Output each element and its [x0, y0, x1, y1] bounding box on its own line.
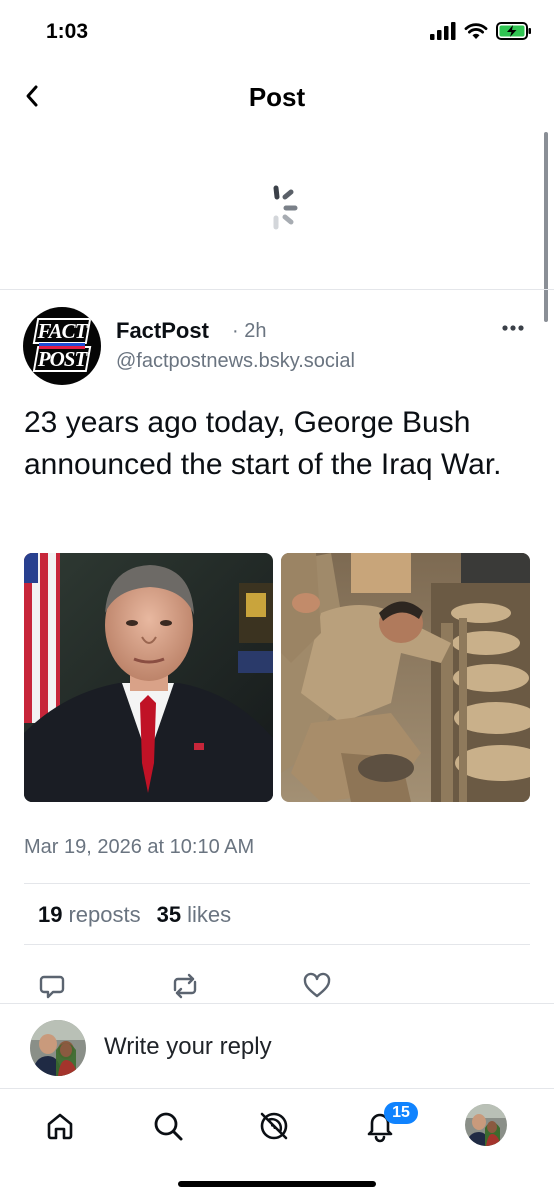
divider — [24, 883, 530, 884]
tab-home[interactable] — [40, 1106, 80, 1146]
status-time: 1:03 — [46, 20, 89, 43]
post-actions — [0, 970, 554, 1002]
search-icon — [154, 1112, 183, 1141]
post-time-ago: · 2h — [232, 320, 267, 342]
cellular-signal-icon — [430, 22, 456, 40]
status-icons — [430, 22, 532, 40]
author-handle[interactable]: @factpostnews.bsky.social — [116, 350, 355, 373]
likes-stat[interactable]: 35 likes — [157, 902, 232, 928]
author-avatar[interactable]: FACT POST — [23, 307, 101, 385]
notifications-badge: 15 — [384, 1102, 418, 1124]
battery-charging-icon — [496, 22, 531, 40]
reply-composer[interactable]: Write your reply — [0, 1003, 554, 1089]
tab-profile-avatar[interactable] — [465, 1104, 507, 1146]
divider — [0, 289, 554, 290]
divider — [24, 944, 530, 945]
reposts-stat[interactable]: 19 reposts — [38, 902, 141, 928]
repost-icon — [173, 973, 197, 999]
tab-search[interactable] — [148, 1106, 188, 1146]
comment-icon — [39, 975, 65, 999]
post-image-portrait[interactable] — [24, 553, 273, 802]
post-image-soldiers[interactable] — [281, 553, 530, 802]
reposts-count: 19 — [38, 902, 63, 927]
tab-feeds[interactable] — [254, 1106, 294, 1146]
home-icon — [47, 1113, 73, 1140]
likes-label: likes — [187, 902, 232, 927]
more-options-icon[interactable] — [500, 318, 526, 338]
scroll-indicator[interactable] — [544, 132, 548, 322]
reply-input[interactable]: Write your reply — [104, 1033, 272, 1061]
logo-text-top: FACT — [37, 319, 88, 343]
post-text: 23 years ago today, George Bush announce… — [24, 406, 502, 481]
page-title: Post — [248, 82, 306, 112]
logo-text-bottom: POST — [37, 347, 88, 371]
wifi-icon — [464, 23, 488, 39]
page-header: Post — [0, 68, 554, 126]
feeds-icon — [260, 1112, 288, 1140]
loading-spinner-icon — [273, 185, 298, 230]
heart-icon — [303, 972, 331, 998]
author-name[interactable]: FactPost — [116, 318, 209, 344]
post-stats: 19 reposts 35 likes — [38, 902, 231, 928]
reply-button[interactable] — [36, 970, 68, 1002]
bottom-tab-bar: 15 — [0, 1090, 554, 1199]
status-bar: 1:03 — [0, 0, 554, 68]
reposts-label: reposts — [68, 902, 141, 927]
likes-count: 35 — [156, 902, 182, 927]
home-indicator[interactable] — [178, 1181, 376, 1187]
user-avatar[interactable] — [30, 1020, 86, 1076]
post-date: Mar 19, 2026 at 10:10 AM — [24, 836, 255, 858]
like-button[interactable] — [301, 970, 333, 1002]
repost-button[interactable] — [169, 970, 201, 1002]
